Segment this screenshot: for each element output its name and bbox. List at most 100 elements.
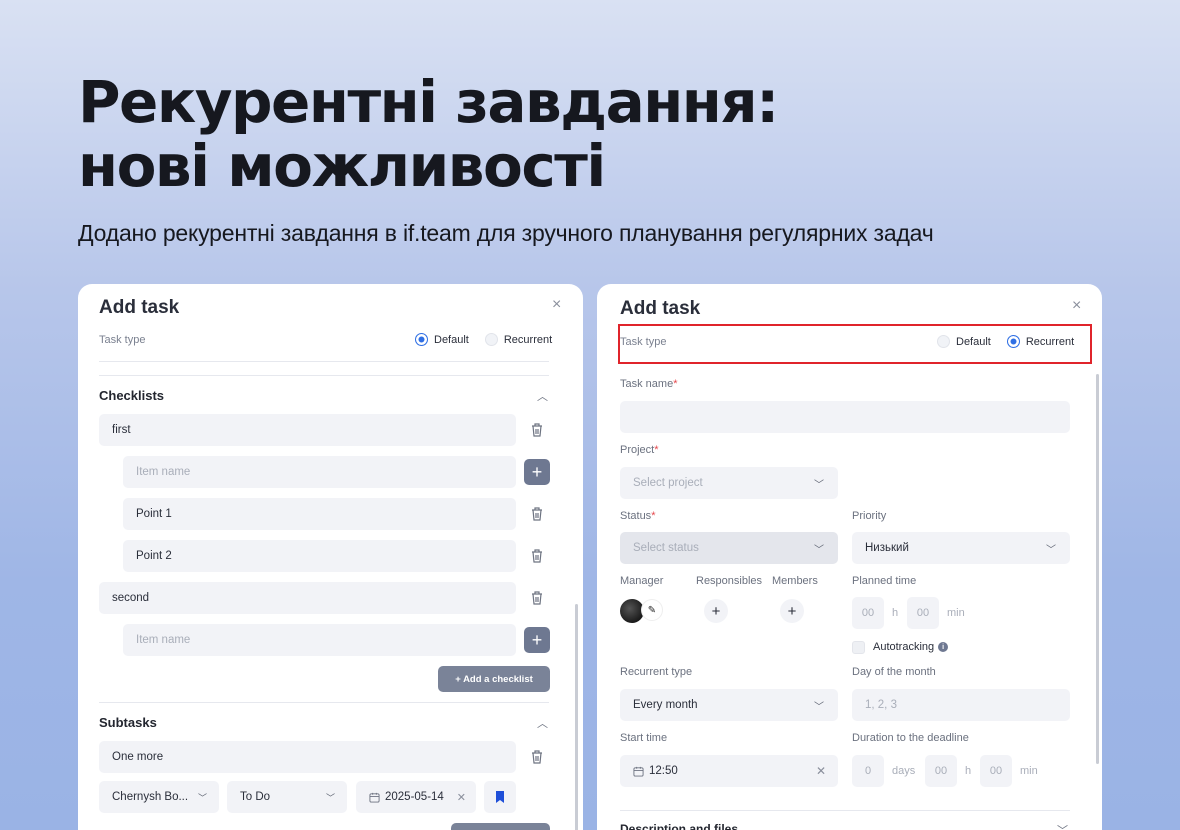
- checklist-point[interactable]: Point 2: [123, 540, 516, 572]
- start-time-field[interactable]: 12:50 ✕: [620, 755, 838, 787]
- status-select[interactable]: Select status ﹀: [620, 532, 838, 564]
- info-icon[interactable]: i: [938, 642, 949, 652]
- day-of-month-input[interactable]: 1, 2, 3: [852, 689, 1070, 721]
- close-icon[interactable]: ×: [552, 296, 561, 314]
- responsibles-label: Responsibles: [696, 575, 763, 587]
- hero-title: Рекурентні завдання: нові можливості: [78, 68, 779, 200]
- radio-default[interactable]: Default: [937, 335, 991, 348]
- radio-recurrent[interactable]: Recurrent: [1006, 335, 1075, 348]
- project-select[interactable]: Select project ﹀: [620, 467, 838, 499]
- trash-icon[interactable]: [530, 506, 544, 522]
- priority-value: Низький: [865, 542, 909, 554]
- radio-default-indicator[interactable]: [415, 333, 428, 346]
- task-type-label: Task type: [620, 336, 667, 348]
- subtask-date-value: 2025-05-14: [385, 791, 444, 803]
- project-label-text: Project: [620, 444, 655, 456]
- scrollbar[interactable]: [575, 604, 578, 830]
- calendar-icon: [369, 792, 380, 803]
- hours-unit: h: [892, 607, 899, 619]
- trash-icon[interactable]: [530, 422, 544, 438]
- recurrent-type-label: Recurrent type: [620, 666, 693, 678]
- chevron-down-icon: ﹀: [814, 701, 824, 713]
- add-item-button[interactable]: +: [524, 627, 550, 653]
- autotracking-checkbox[interactable]: [852, 641, 865, 654]
- status-label: Status*: [620, 510, 656, 522]
- add-member-button[interactable]: +: [780, 599, 804, 623]
- task-name-label-text: Task name: [620, 378, 674, 390]
- priority-select[interactable]: Низький ﹀: [852, 532, 1070, 564]
- subtask-name-field[interactable]: One more: [99, 741, 516, 773]
- subtask-status-value: To Do: [240, 791, 271, 803]
- clear-icon[interactable]: ✕: [816, 764, 826, 778]
- task-type-label: Task type: [99, 334, 146, 346]
- duration-days-input[interactable]: 0: [852, 755, 884, 787]
- divider: [99, 375, 549, 376]
- clear-icon[interactable]: ✕: [457, 791, 466, 804]
- trash-icon[interactable]: [530, 590, 544, 606]
- subtasks-title: Subtasks: [99, 715, 157, 730]
- scrollbar[interactable]: [1096, 374, 1099, 764]
- minutes-unit: min: [1020, 765, 1038, 777]
- radio-recurrent[interactable]: Recurrent: [484, 333, 552, 346]
- pencil-icon[interactable]: ✎: [642, 600, 662, 620]
- radio-recurrent-indicator[interactable]: [1006, 335, 1020, 348]
- trash-icon[interactable]: [530, 749, 544, 765]
- chevron-down-icon: ﹀: [325, 792, 335, 803]
- checklists-title: Checklists: [99, 388, 165, 403]
- planned-minutes-input[interactable]: 00: [907, 597, 939, 629]
- task-type-radio-group: Default Recurrent: [405, 333, 552, 346]
- divider: [99, 361, 549, 362]
- close-icon[interactable]: ×: [1072, 297, 1081, 315]
- hero-subtitle: Додано рекурентні завдання в if.team для…: [78, 220, 934, 246]
- item-name-input[interactable]: Item name: [123, 456, 516, 488]
- subtask-assignee-select[interactable]: Chernysh Bo... ﹀: [99, 781, 219, 813]
- radio-default[interactable]: Default: [415, 333, 469, 346]
- duration-minutes-input[interactable]: 00: [980, 755, 1012, 787]
- radio-default-indicator[interactable]: [937, 335, 950, 348]
- start-time-value: 12:50: [649, 765, 678, 777]
- divider: [99, 702, 549, 703]
- recurrent-type-value: Every month: [633, 699, 698, 711]
- checklist-point[interactable]: Point 1: [123, 498, 516, 530]
- bookmark-button[interactable]: [484, 781, 516, 813]
- dialog-title: Add task: [620, 298, 701, 319]
- minutes-unit: min: [947, 607, 965, 619]
- subtask-status-select[interactable]: To Do ﹀: [227, 781, 347, 813]
- subtask-date-field[interactable]: 2025-05-14 ✕: [356, 781, 476, 813]
- subtask-action-button[interactable]: [451, 823, 550, 830]
- radio-default-label: Default: [434, 333, 469, 346]
- duration-hours-input[interactable]: 00: [925, 755, 957, 787]
- planned-hours-input[interactable]: 00: [852, 597, 884, 629]
- autotracking-label: Autotracking: [873, 641, 935, 653]
- chevron-down-icon: ﹀: [814, 479, 824, 491]
- add-responsible-button[interactable]: +: [704, 599, 728, 623]
- chevron-up-icon[interactable]: ︿: [537, 715, 548, 731]
- status-label-text: Status: [620, 510, 652, 522]
- members-label: Members: [772, 575, 818, 587]
- task-type-radio-group: Default Recurrent: [927, 335, 1074, 348]
- days-unit: days: [892, 765, 916, 777]
- chevron-down-icon[interactable]: ﹀: [1057, 822, 1068, 830]
- task-name-input[interactable]: [620, 401, 1070, 433]
- start-time-label: Start time: [620, 732, 668, 744]
- add-checklist-button[interactable]: + Add a checklist: [438, 666, 550, 692]
- chevron-up-icon[interactable]: ︿: [537, 388, 548, 404]
- project-label: Project*: [620, 444, 659, 456]
- trash-icon[interactable]: [530, 548, 544, 564]
- add-item-button[interactable]: +: [524, 459, 550, 485]
- checklist-name-field[interactable]: first: [99, 414, 516, 446]
- autotracking-label-wrap: Autotracking i: [873, 641, 949, 653]
- radio-recurrent-label: Recurrent: [1025, 335, 1075, 348]
- status-placeholder: Select status: [633, 542, 699, 554]
- priority-label: Priority: [852, 510, 887, 522]
- checklist-name-field[interactable]: second: [99, 582, 516, 614]
- project-placeholder: Select project: [633, 477, 703, 489]
- chevron-down-icon: ﹀: [197, 792, 207, 803]
- avatar[interactable]: [620, 599, 644, 623]
- planned-time-label: Planned time: [852, 575, 917, 587]
- item-name-input[interactable]: Item name: [123, 624, 516, 656]
- recurrent-type-select[interactable]: Every month ﹀: [620, 689, 838, 721]
- bookmark-icon: [496, 791, 504, 803]
- radio-recurrent-indicator[interactable]: [484, 333, 498, 346]
- day-of-month-label: Day of the month: [852, 666, 936, 678]
